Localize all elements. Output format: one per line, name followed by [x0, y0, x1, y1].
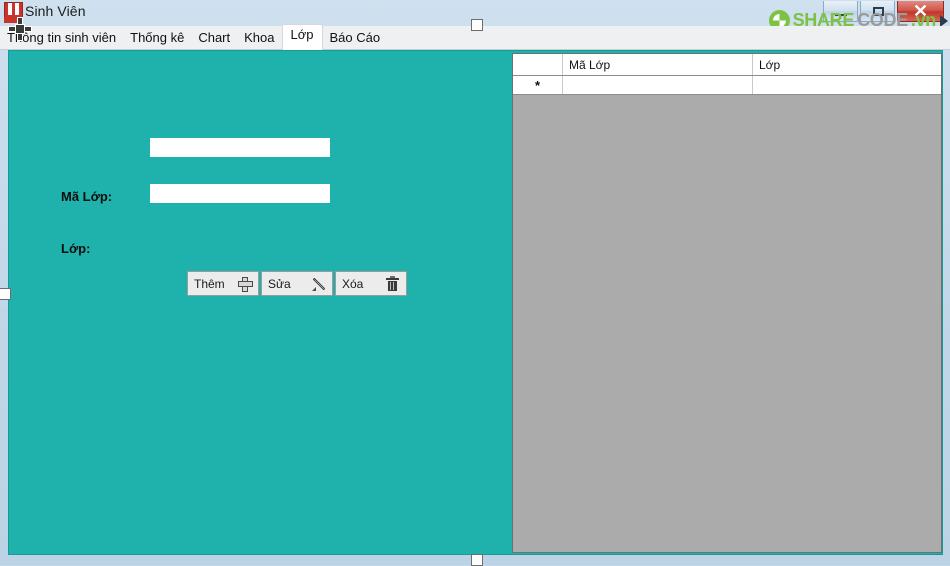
input-lop[interactable]	[150, 184, 330, 203]
play-arrow-icon	[940, 14, 948, 27]
label-lop: Lớp:	[61, 241, 91, 256]
table-row[interactable]: *	[513, 76, 941, 95]
delete-button-label: Xóa	[342, 276, 364, 291]
delete-button[interactable]: Xóa	[335, 271, 407, 296]
menu-item-thong-ke[interactable]: Thống kê	[123, 26, 191, 50]
resize-handle-left[interactable]	[0, 288, 11, 300]
menu-item-lop[interactable]: Lớp	[281, 24, 323, 50]
input-ma-lop[interactable]	[150, 138, 330, 157]
data-grid[interactable]: Mã Lớp Lớp * ShareCode.vn	[512, 53, 942, 553]
pencil-icon	[312, 277, 326, 291]
app-icon-slot-left	[8, 3, 12, 15]
grid-header-lop[interactable]: Lớp	[753, 54, 941, 75]
menu-item-chart[interactable]: Chart	[191, 26, 237, 50]
add-button-label: Thêm	[194, 276, 225, 291]
form-client-area: Mã Lớp: Lớp: Thêm Sửa Xóa Mã Lớp Lớp *	[8, 50, 943, 555]
menu-item-bao-cao[interactable]: Báo Cáo	[323, 26, 388, 50]
edit-button[interactable]: Sửa	[261, 271, 333, 296]
label-ma-lop: Mã Lớp:	[61, 189, 113, 204]
plus-icon	[238, 276, 253, 292]
grid-header-rowselector	[513, 54, 563, 75]
grid-cell-ma-lop[interactable]	[563, 76, 753, 94]
edit-button-label: Sửa	[268, 276, 291, 291]
move-cursor	[8, 17, 32, 41]
grid-cell-lop[interactable]	[753, 76, 941, 94]
menu-item-khoa[interactable]: Khoa	[237, 26, 281, 50]
resize-handle-bottom[interactable]	[471, 554, 483, 566]
add-button[interactable]: Thêm	[187, 271, 259, 296]
application-window: Sinh Viên ✕ SHARE CODE .vn Thông tin sin…	[0, 0, 950, 566]
action-button-row: Thêm Sửa Xóa	[187, 271, 409, 296]
grid-header-row: Mã Lớp Lớp	[513, 54, 941, 76]
window-title: Sinh Viên	[25, 3, 86, 19]
grid-header-ma-lop[interactable]: Mã Lớp	[563, 54, 753, 75]
trash-icon	[386, 275, 400, 291]
app-icon-slot-right	[15, 3, 19, 15]
resize-handle-top[interactable]	[471, 19, 483, 31]
grid-new-row-marker[interactable]: *	[513, 76, 563, 94]
